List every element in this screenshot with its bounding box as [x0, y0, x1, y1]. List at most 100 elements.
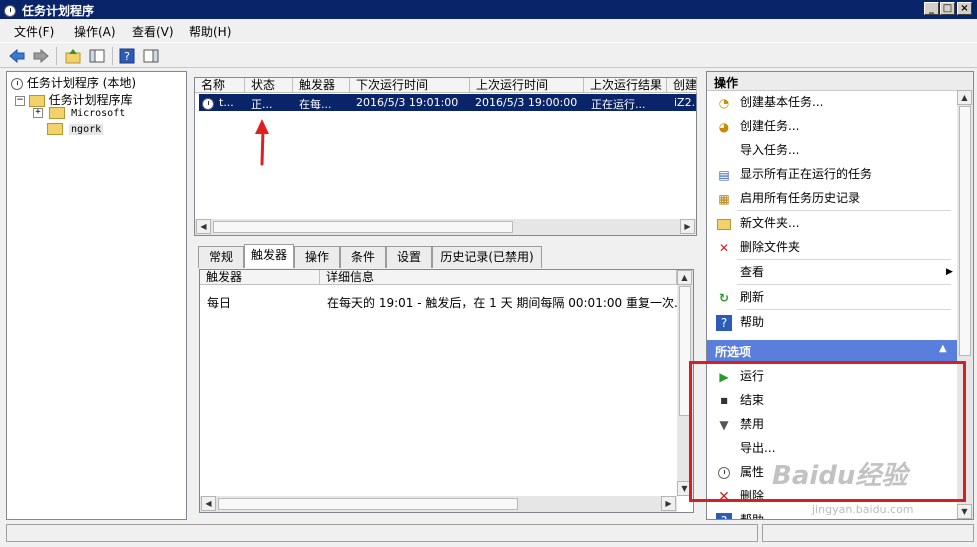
scroll-thumb[interactable]: [959, 106, 971, 356]
detail-tabs: 常规 触发器 操作 条件 设置 历史记录(已禁用): [198, 244, 698, 270]
create-task-icon: ◕: [718, 119, 730, 134]
column-header-status[interactable]: 状态: [245, 78, 293, 93]
task-list-hscrollbar[interactable]: ◀ ▶: [195, 219, 696, 235]
minimize-button[interactable]: _: [924, 2, 939, 15]
task-trigger: 在每...: [299, 98, 332, 111]
tree-item-root[interactable]: 任务计划程序 (本地): [11, 74, 136, 91]
action-help-selected[interactable]: ?帮助: [716, 508, 764, 519]
scroll-left-button[interactable]: ◀: [201, 496, 216, 511]
toolbar: ?: [0, 42, 977, 68]
scroll-up-button[interactable]: ▲: [957, 90, 972, 105]
tab-settings[interactable]: 设置: [386, 246, 432, 268]
scroll-left-button[interactable]: ◀: [196, 219, 211, 234]
column-header-detail[interactable]: 详细信息: [320, 270, 677, 285]
action-create-task[interactable]: ◕ 创建任务...: [716, 114, 800, 138]
action-import-task[interactable]: 导入任务...: [716, 138, 799, 162]
separator: [737, 309, 951, 310]
action-view[interactable]: 查看 ▶: [716, 260, 956, 284]
submenu-arrow-icon: ▶: [946, 267, 953, 277]
action-new-folder[interactable]: 新文件夹...: [716, 211, 799, 235]
column-header-trigger[interactable]: 触发器: [293, 78, 350, 93]
collapse-icon[interactable]: −: [15, 95, 25, 106]
column-header-author[interactable]: 创建: [667, 78, 697, 93]
menu-action[interactable]: 操作(A): [74, 23, 116, 40]
show-hide-tree-icon[interactable]: [88, 47, 106, 65]
create-basic-task-icon: ◔: [718, 95, 730, 110]
selected-item-header[interactable]: 所选项 ▲: [707, 340, 957, 361]
tab-general[interactable]: 常规: [198, 246, 244, 268]
task-author: iZ2...: [674, 96, 696, 109]
task-next-run: 2016/5/3 19:01:00: [356, 96, 459, 109]
tab-history[interactable]: 历史记录(已禁用): [432, 246, 542, 268]
tree-item-library[interactable]: − 任务计划程序库: [15, 91, 133, 108]
tree-item-ngork[interactable]: ngork: [47, 123, 104, 135]
actions-header: 操作: [707, 72, 973, 91]
expand-icon[interactable]: +: [33, 108, 43, 118]
up-folder-icon[interactable]: [64, 47, 82, 65]
forward-arrow-icon[interactable]: [32, 47, 50, 65]
trigger-type: 每日: [207, 296, 232, 310]
selected-item-header-label: 所选项: [715, 345, 752, 359]
tree-item-microsoft[interactable]: + Microsoft: [33, 107, 125, 119]
tab-actions[interactable]: 操作: [294, 246, 340, 268]
action-refresh[interactable]: ↻ 刷新: [716, 285, 764, 309]
trigger-detail: 在每天的 19:01 - 触发后，在 1 天 期间每隔 00:01:00 重复一…: [327, 296, 677, 310]
folder-icon: [49, 107, 66, 119]
action-delete-folder[interactable]: ✕ 删除文件夹: [716, 235, 800, 259]
column-header-last-run[interactable]: 上次运行时间: [470, 78, 584, 93]
column-header-name[interactable]: 名称: [195, 78, 245, 93]
refresh-icon: ↻: [718, 290, 730, 305]
collapse-section-icon[interactable]: ▲: [939, 343, 947, 354]
maximize-button[interactable]: □: [940, 2, 955, 15]
tab-conditions[interactable]: 条件: [340, 246, 386, 268]
task-scheduler-icon: [4, 4, 16, 17]
watermark-brand: Baidu经验: [772, 461, 908, 491]
watermark-url: jingyan.baidu.com: [812, 503, 914, 516]
action-enable-history[interactable]: ▦ 启用所有任务历史记录: [716, 186, 860, 210]
title-bar: 任务计划程序 _ □ ×: [0, 0, 977, 19]
menu-help[interactable]: 帮助(H): [189, 23, 231, 40]
task-row[interactable]: t... 正... 在每... 2016/5/3 19:01:00 2016/5…: [199, 94, 696, 111]
scroll-thumb[interactable]: [213, 221, 513, 233]
watermark: Baidu经验: [772, 455, 907, 492]
menu-bar: 文件(F) 操作(A) 查看(V) 帮助(H): [0, 19, 977, 41]
scroll-down-button[interactable]: ▼: [957, 504, 972, 519]
trigger-row[interactable]: 每日 在每天的 19:01 - 触发后，在 1 天 期间每隔 00:01:00 …: [200, 292, 678, 310]
separator: [737, 284, 951, 285]
trigger-hscrollbar[interactable]: ◀ ▶: [200, 496, 677, 512]
task-status: 正...: [251, 98, 273, 111]
menu-file[interactable]: 文件(F): [14, 23, 54, 40]
action-display-running[interactable]: ▤ 显示所有正在运行的任务: [716, 162, 872, 186]
scroll-right-button[interactable]: ▶: [680, 219, 695, 234]
tree-microsoft-label: Microsoft: [71, 108, 126, 119]
back-arrow-icon[interactable]: [8, 47, 26, 65]
column-header-trigger[interactable]: 触发器: [200, 270, 320, 285]
folder-icon: [28, 94, 45, 107]
column-header-next-run[interactable]: 下次运行时间: [350, 78, 470, 93]
task-last-result: 正在运行...: [591, 98, 646, 111]
red-arrow-annotation: [255, 119, 269, 166]
tab-triggers[interactable]: 触发器: [244, 244, 294, 268]
column-header-last-result[interactable]: 上次运行结果: [584, 78, 667, 93]
action-help[interactable]: ? 帮助: [716, 310, 764, 334]
help-icon: ?: [716, 314, 732, 331]
task-last-run: 2016/5/3 19:00:00: [475, 96, 578, 109]
show-hide-action-pane-icon[interactable]: [142, 47, 160, 65]
history-icon: ▦: [718, 191, 730, 206]
scroll-up-button[interactable]: ▲: [677, 270, 692, 285]
tree-ngork-label: ngork: [69, 124, 104, 135]
help-icon: ?: [716, 512, 732, 519]
running-tasks-icon: ▤: [718, 167, 730, 182]
status-bar-section: [762, 524, 974, 542]
scroll-thumb[interactable]: [218, 498, 518, 510]
folder-icon: [47, 123, 63, 135]
tree-library-label: 任务计划程序库: [48, 93, 133, 107]
help-icon[interactable]: ?: [118, 47, 136, 65]
menu-view[interactable]: 查看(V): [132, 23, 174, 40]
action-create-basic-task[interactable]: ◔ 创建基本任务...: [716, 90, 824, 114]
trigger-panel: 触发器 详细信息 每日 在每天的 19:01 - 触发后，在 1 天 期间每隔 …: [199, 269, 694, 513]
close-button[interactable]: ×: [957, 2, 972, 15]
scroll-right-button[interactable]: ▶: [661, 496, 676, 511]
task-name: t...: [219, 96, 234, 109]
task-list: 名称 状态 触发器 下次运行时间 上次运行时间 上次运行结果 创建 t... 正…: [194, 77, 697, 236]
